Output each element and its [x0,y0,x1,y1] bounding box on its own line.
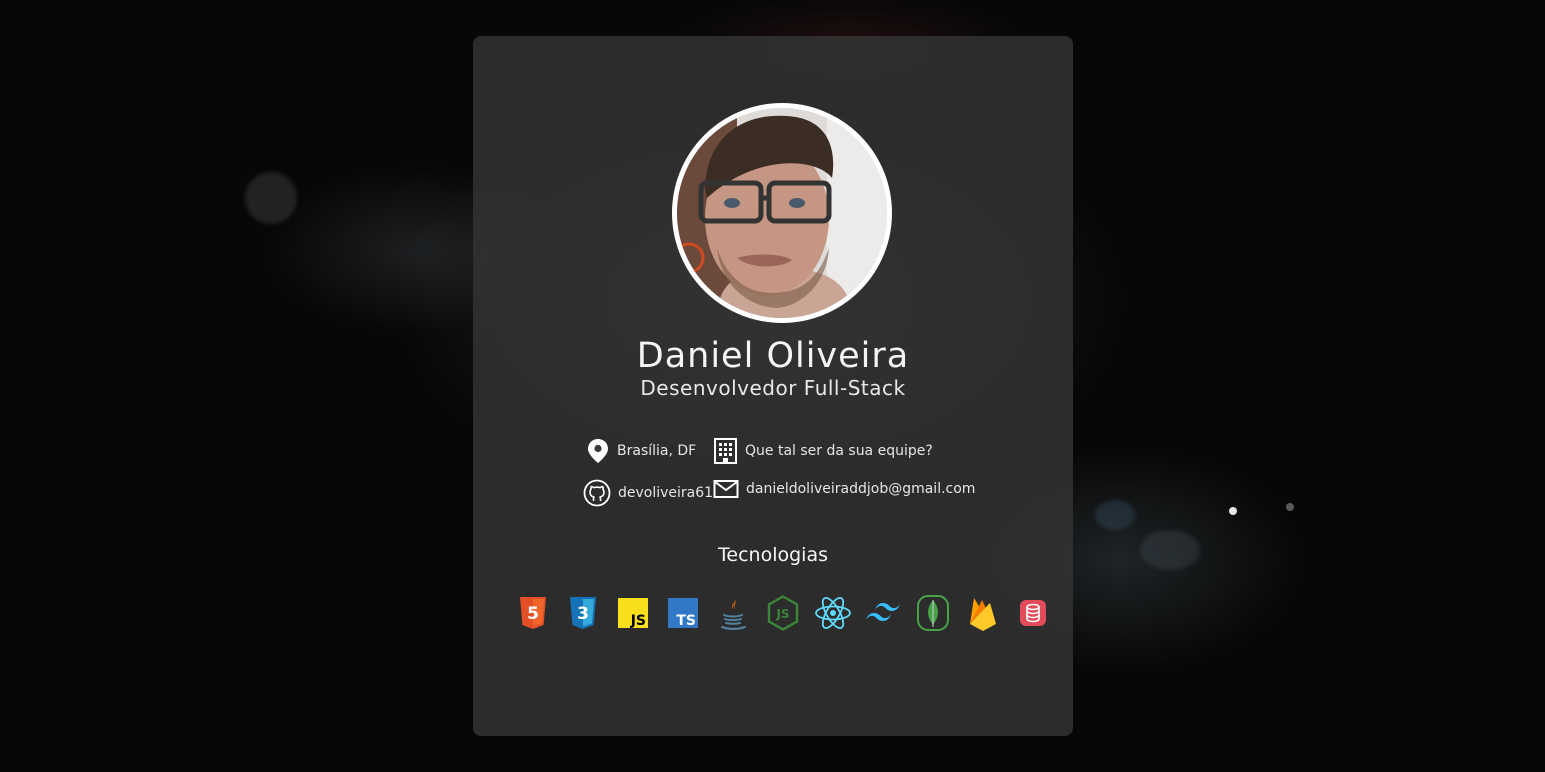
nodejs-icon: JS [763,593,803,633]
java-icon [713,593,753,633]
svg-text:JS: JS [775,607,789,621]
github-username[interactable]: devoliveira61 [618,485,713,501]
building-icon [713,438,738,464]
html5-icon: 5 [513,593,553,633]
svg-text:5: 5 [527,604,539,624]
profile-role: Desenvolvedor Full-Stack [640,376,906,400]
database-icon [1013,593,1053,633]
carousel-dot-2[interactable] [1286,503,1294,511]
svg-text:3: 3 [577,604,589,624]
github-link[interactable]: devoliveira61 [583,479,713,507]
svg-text:TS: TS [676,613,696,628]
work-text: Que tal ser da sua equipe? [745,443,933,459]
tailwind-icon [863,593,903,633]
react-icon [813,593,853,633]
mongodb-icon [913,593,953,633]
css3-icon: 3 [563,593,603,633]
profile-avatar [672,103,892,323]
firebase-icon [963,593,1003,633]
technologies-title: Tecnologias [718,544,828,566]
profile-card: Daniel Oliveira Desenvolvedor Full-Stack… [473,36,1073,736]
typescript-icon: TS [663,593,703,633]
envelope-icon [713,479,739,499]
technologies-list: 5 3 JS TS JS [513,593,1053,633]
carousel-dot-1[interactable] [1229,507,1237,515]
location-pin-icon [586,438,610,464]
javascript-icon: JS [613,593,653,633]
work-info: Que tal ser da sua equipe? [713,438,933,464]
email-link[interactable]: danieldoliveiraddjob@gmail.com [713,479,975,499]
location-info: Brasília, DF [586,438,696,464]
email-address[interactable]: danieldoliveiraddjob@gmail.com [746,481,975,497]
profile-name: Daniel Oliveira [636,336,910,376]
github-icon [583,479,611,507]
location-text: Brasília, DF [617,443,697,459]
svg-text:JS: JS [630,613,646,628]
